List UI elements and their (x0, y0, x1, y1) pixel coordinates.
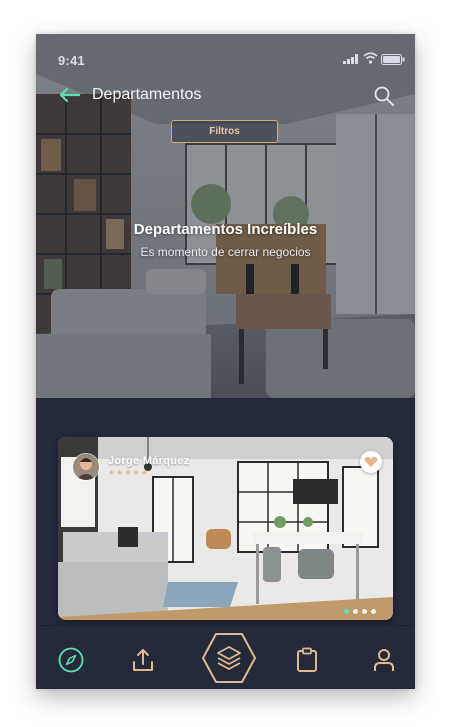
hero-banner: 9:41 Departamentos Filtros Departamentos… (36, 34, 415, 398)
hero-title: Departamentos Increíbles (133, 221, 318, 238)
carousel-dot[interactable] (353, 609, 358, 614)
search-icon[interactable] (373, 85, 395, 107)
filters-button[interactable]: Filtros (171, 120, 278, 143)
avatar-image (73, 454, 99, 480)
user-icon[interactable] (372, 647, 396, 673)
hero-subtitle: Es momento de cerrar negocios (140, 245, 311, 259)
rating-stars: ★★★★★ (108, 468, 149, 477)
status-time: 9:41 (58, 53, 85, 68)
compass-icon[interactable] (58, 647, 84, 673)
layers-icon[interactable] (201, 632, 257, 684)
wifi-icon (363, 52, 378, 64)
listing-card[interactable]: Jorge Márquez ★★★★★ (58, 437, 393, 620)
status-bar: 9:41 (36, 34, 415, 80)
upload-icon[interactable] (130, 647, 156, 673)
carousel-dot-active[interactable] (344, 609, 349, 614)
carousel-indicator (344, 601, 380, 619)
back-arrow-icon[interactable] (58, 86, 80, 104)
battery-icon (381, 54, 405, 65)
carousel-dot[interactable] (362, 609, 367, 614)
top-nav: Departamentos (36, 80, 415, 112)
clipboard-icon[interactable] (295, 647, 319, 673)
carousel-dot[interactable] (371, 609, 376, 614)
listing-author-name: Jorge Márquez (108, 455, 190, 467)
signal-icon (343, 54, 358, 64)
avatar[interactable] (72, 453, 100, 481)
phone-screen: 9:41 Departamentos Filtros Departamentos… (36, 34, 415, 689)
page-title: Departamentos (92, 86, 202, 103)
bottom-tab-bar (36, 625, 415, 689)
favorite-button[interactable] (360, 451, 382, 473)
heart-icon (364, 456, 378, 467)
